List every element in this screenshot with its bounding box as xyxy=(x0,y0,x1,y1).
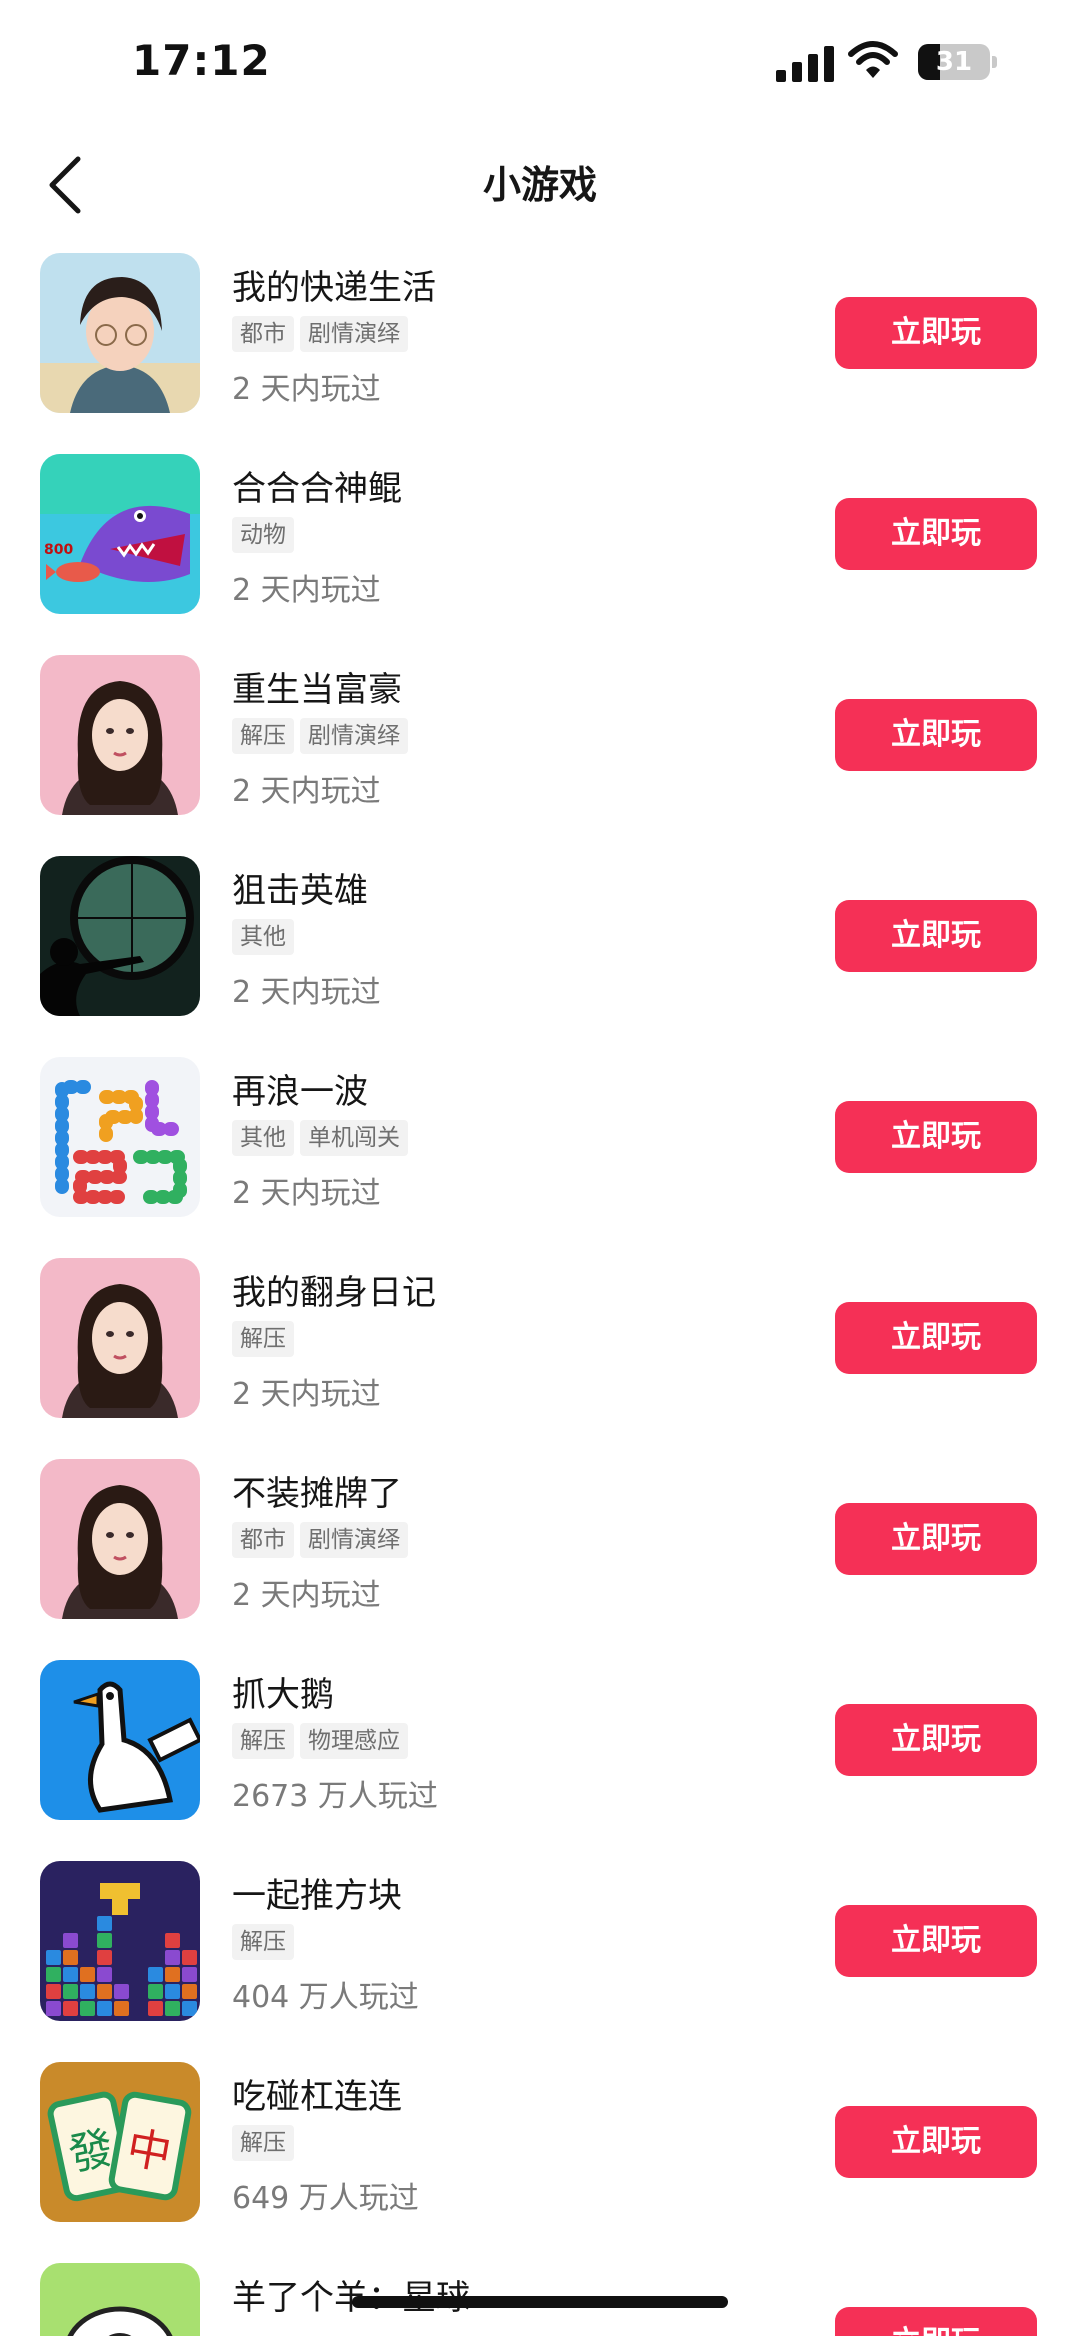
game-title[interactable]: 我的翻身日记 xyxy=(232,1265,436,1314)
back-button[interactable] xyxy=(38,145,98,225)
status-time: 17:12 xyxy=(132,36,271,85)
game-icon-woman-portrait[interactable] xyxy=(40,1459,200,1619)
game-title[interactable]: 吃碰杠连连 xyxy=(232,2069,402,2118)
tag-list: 其他 单机闯关 xyxy=(232,1120,414,1156)
play-count: 2 天内玩过 xyxy=(232,774,381,809)
play-now-button[interactable]: 立即玩 xyxy=(835,699,1037,771)
play-count: 2 天内玩过 xyxy=(232,372,381,407)
tag-list: 解压 xyxy=(232,2125,300,2161)
category-tag: 都市 xyxy=(232,316,294,352)
game-list-item[interactable]: 一起推方块解压 404 万人玩过 立即玩 xyxy=(0,1848,1080,2049)
category-tag: 解压 xyxy=(232,1924,294,1960)
battery-percent: 31 xyxy=(935,47,973,77)
game-list-item[interactable]: 抓大鹅解压 物理感应 2673 万人玩过 立即玩 xyxy=(0,1647,1080,1848)
category-tag: 单机闯关 xyxy=(300,1120,408,1156)
category-tag: 剧情演绎 xyxy=(300,718,408,754)
game-list-item[interactable]: 重生当富豪解压 剧情演绎 2 天内玩过 立即玩 xyxy=(0,642,1080,843)
game-title[interactable]: 合合合神鲲 xyxy=(232,461,402,510)
tag-list: 解压 xyxy=(232,1321,300,1357)
category-tag: 物理感应 xyxy=(300,1723,408,1759)
play-count: 2 天内玩过 xyxy=(232,975,381,1010)
game-list-item[interactable]: 再浪一波其他 单机闯关 2 天内玩过 立即玩 xyxy=(0,1044,1080,1245)
game-list-item[interactable]: 我的快递生活都市 剧情演绎 2 天内玩过 立即玩 xyxy=(0,240,1080,441)
game-title[interactable]: 我的快递生活 xyxy=(232,260,436,309)
game-title[interactable]: 不装摊牌了 xyxy=(232,1466,402,1515)
category-tag: 动物 xyxy=(232,517,294,553)
category-tag: 都市 xyxy=(232,1522,294,1558)
category-tag: 剧情演绎 xyxy=(300,1522,408,1558)
category-tag: 解压 xyxy=(232,1723,294,1759)
svg-text:800: 800 xyxy=(44,542,73,558)
tag-list: 都市 剧情演绎 xyxy=(232,316,414,352)
game-list-item[interactable]: 狙击英雄其他 2 天内玩过 立即玩 xyxy=(0,843,1080,1044)
game-list: 我的快递生活 都市 剧情演绎 2 天内玩过 立即玩 800 合合合神鲲 动物 2 天内玩过 立即玩… xyxy=(0,240,1080,2336)
home-indicator[interactable] xyxy=(352,2296,728,2308)
game-icon-woman-portrait[interactable] xyxy=(40,1258,200,1418)
play-now-button[interactable]: 立即玩 xyxy=(835,900,1037,972)
game-list-item[interactable]: 我的翻身日记解压 2 天内玩过 立即玩 xyxy=(0,1245,1080,1446)
play-count: 2 天内玩过 xyxy=(232,1176,381,1211)
tag-list: 其他 xyxy=(232,919,300,955)
game-title[interactable]: 狙击英雄 xyxy=(232,863,368,912)
play-now-button[interactable]: 立即玩 xyxy=(835,2106,1037,2178)
game-icon-shark-fish[interactable]: 800 xyxy=(40,454,200,614)
category-tag: 解压 xyxy=(232,1321,294,1357)
tag-list: 动物 xyxy=(232,517,300,553)
game-list-item[interactable]: 不装摊牌了都市 剧情演绎 2 天内玩过 立即玩 xyxy=(0,1446,1080,1647)
game-icon-sniper-scope[interactable] xyxy=(40,856,200,1016)
cellular-signal-icon xyxy=(776,46,834,82)
battery-icon: 31 xyxy=(918,44,990,80)
game-icon-goose[interactable] xyxy=(40,1660,200,1820)
category-tag: 其他 xyxy=(232,1120,294,1156)
status-bar: 17:12 31 xyxy=(0,0,1080,130)
play-now-button[interactable]: 立即玩 xyxy=(835,1302,1037,1374)
play-count: 2 天内玩过 xyxy=(232,573,381,608)
play-now-button[interactable]: 立即玩 xyxy=(835,2307,1037,2336)
game-title[interactable]: 重生当富豪 xyxy=(232,662,402,711)
tag-list: 解压 物理感应 xyxy=(232,1723,414,1759)
svg-text:中: 中 xyxy=(123,2122,175,2180)
game-icon-woman-portrait[interactable] xyxy=(40,655,200,815)
play-now-button[interactable]: 立即玩 xyxy=(835,1905,1037,1977)
game-title[interactable]: 抓大鹅 xyxy=(232,1667,334,1716)
wifi-icon xyxy=(848,40,898,80)
play-now-button[interactable]: 立即玩 xyxy=(835,498,1037,570)
game-icon-sheep[interactable] xyxy=(40,2263,200,2336)
game-icon-tetris-blocks[interactable] xyxy=(40,1861,200,2021)
game-list-item[interactable]: 800 合合合神鲲动物 2 天内玩过 立即玩 xyxy=(0,441,1080,642)
game-title[interactable]: 再浪一波 xyxy=(232,1064,368,1113)
play-count: 2 天内玩过 xyxy=(232,1578,381,1613)
play-count: 404 万人玩过 xyxy=(232,1980,419,2015)
play-now-button[interactable]: 立即玩 xyxy=(835,1101,1037,1173)
play-now-button[interactable]: 立即玩 xyxy=(835,297,1037,369)
game-title[interactable]: 一起推方块 xyxy=(232,1868,402,1917)
game-icon-mahjong-tiles[interactable]: 發中 xyxy=(40,2062,200,2222)
category-tag: 剧情演绎 xyxy=(300,316,408,352)
game-list-item[interactable]: 發中吃碰杠连连解压 649 万人玩过 立即玩 xyxy=(0,2049,1080,2250)
tag-list: 解压 剧情演绎 xyxy=(232,718,414,754)
category-tag: 其他 xyxy=(232,919,294,955)
play-count: 649 万人玩过 xyxy=(232,2181,419,2216)
play-now-button[interactable]: 立即玩 xyxy=(835,1704,1037,1776)
tag-list: 解压 xyxy=(232,1924,300,1960)
play-count: 2 天内玩过 xyxy=(232,1377,381,1412)
game-icon-snake-maze[interactable] xyxy=(40,1057,200,1217)
game-title[interactable]: 羊了个羊：星球 xyxy=(232,2270,470,2319)
game-list-item[interactable]: 羊了个羊：星球立即玩 xyxy=(0,2250,1080,2336)
play-count: 2673 万人玩过 xyxy=(232,1779,438,1814)
category-tag: 解压 xyxy=(232,2125,294,2161)
page-title: 小游戏 xyxy=(482,163,597,207)
tag-list: 都市 剧情演绎 xyxy=(232,1522,414,1558)
play-now-button[interactable]: 立即玩 xyxy=(835,1503,1037,1575)
nav-bar: 小游戏 xyxy=(0,130,1080,240)
category-tag: 解压 xyxy=(232,718,294,754)
chevron-left-icon xyxy=(49,156,81,214)
game-icon-man-with-glasses[interactable] xyxy=(40,253,200,413)
